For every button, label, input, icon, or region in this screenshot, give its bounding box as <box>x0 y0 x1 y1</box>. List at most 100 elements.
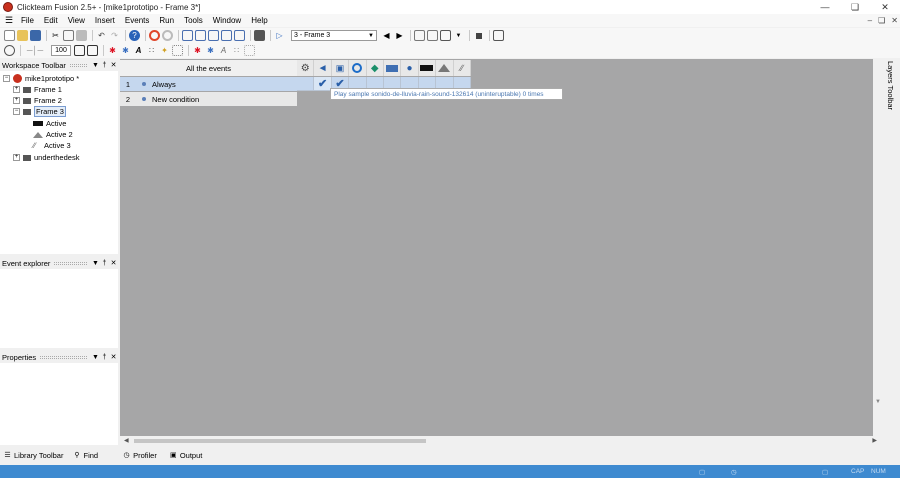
tree-item-frame-3[interactable]: − Frame 3 <box>13 106 66 117</box>
dots-2-icon[interactable]: ∷ <box>231 45 242 56</box>
text-a-2-icon[interactable]: A <box>218 45 229 56</box>
create-object-icon[interactable]: ◆ <box>367 60 384 76</box>
scroll-left-icon[interactable]: ◀ <box>124 437 129 444</box>
expand-icon[interactable]: + <box>13 97 20 104</box>
undo-icon[interactable]: ↶ <box>96 30 107 41</box>
event-row-1[interactable]: 1 Always <box>120 77 297 91</box>
text-a-icon[interactable]: A <box>133 45 144 56</box>
book-icon[interactable] <box>254 30 265 41</box>
pin-icon[interactable]: † <box>100 354 109 361</box>
tab-profiler[interactable]: ◷ Profiler <box>122 451 157 460</box>
layers-toolbar-strip[interactable]: Layers Toolbar <box>883 59 900 445</box>
star-icon[interactable]: ✦ <box>159 45 170 56</box>
expand-icon[interactable]: + <box>13 154 20 161</box>
chevron-down-icon[interactable]: ▼ <box>91 260 100 267</box>
vertical-scrollbar[interactable]: ▼ <box>873 59 883 445</box>
pin-icon[interactable]: † <box>100 260 109 267</box>
hamburger-icon[interactable]: ☰ <box>2 15 16 26</box>
tab-output[interactable]: ▣ Output <box>169 451 202 460</box>
menu-help[interactable]: Help <box>246 16 272 25</box>
tree-item-active[interactable]: Active <box>33 118 66 129</box>
help-icon[interactable]: ? <box>129 30 140 41</box>
tree-item-underthedesk[interactable]: + underthedesk <box>13 152 79 163</box>
event-condition[interactable]: New condition <box>152 95 199 104</box>
frame-select[interactable]: 3 - Frame 3 ▼ <box>291 30 377 41</box>
dotted-box-2-icon[interactable] <box>244 45 255 56</box>
zoom-icon[interactable] <box>4 45 15 56</box>
dots-icon[interactable]: ∷ <box>146 45 157 56</box>
restore-icon[interactable]: ❏ <box>840 0 870 14</box>
next-frame-icon[interactable]: ▶ <box>394 30 405 41</box>
tree-item-active-3[interactable]: ∕∕ Active 3 <box>33 140 71 151</box>
panel-grip[interactable] <box>69 63 87 67</box>
close-icon[interactable]: ✕ <box>109 61 118 69</box>
active-3-icon[interactable]: ∕∕ <box>454 60 471 76</box>
player-icon[interactable]: ● <box>401 60 419 76</box>
sound-icon[interactable]: ◄ <box>314 60 332 76</box>
tree-item-frame-2[interactable]: + Frame 2 <box>13 95 62 106</box>
close-icon[interactable]: ✕ <box>109 259 118 267</box>
window-icon[interactable] <box>440 30 451 41</box>
snap-icon[interactable] <box>87 45 98 56</box>
open-icon[interactable] <box>17 30 28 41</box>
menu-run[interactable]: Run <box>154 16 179 25</box>
storyboard-icon[interactable]: ▣ <box>332 60 350 76</box>
event-list-icon[interactable] <box>221 30 232 41</box>
cut-icon[interactable]: ✂ <box>50 30 61 41</box>
menu-file[interactable]: File <box>16 16 39 25</box>
new-icon[interactable] <box>4 30 15 41</box>
prev-frame-icon[interactable]: ◀ <box>381 30 392 41</box>
grid-icon[interactable] <box>427 30 438 41</box>
blue-gear-icon[interactable]: ✱ <box>120 45 131 56</box>
menu-view[interactable]: View <box>63 16 90 25</box>
scroll-down-icon[interactable]: ▼ <box>875 399 881 405</box>
event-row-2[interactable]: 2 New condition <box>120 92 297 106</box>
pin-icon[interactable]: † <box>100 62 109 69</box>
save-icon[interactable] <box>30 30 41 41</box>
menu-insert[interactable]: Insert <box>90 16 120 25</box>
active-icon[interactable] <box>419 60 437 76</box>
dotted-box-icon[interactable] <box>172 45 183 56</box>
tab-library-toolbar[interactable]: ☰ Library Toolbar <box>3 451 63 460</box>
close-icon[interactable]: ✕ <box>109 353 118 361</box>
expand-icon[interactable]: + <box>13 86 20 93</box>
back-icon[interactable] <box>149 30 160 41</box>
stop-icon[interactable] <box>473 30 484 41</box>
event-editor-icon[interactable] <box>208 30 219 41</box>
mdi-close-icon[interactable]: ✕ <box>891 16 898 25</box>
storyboard-editor-icon[interactable] <box>182 30 193 41</box>
data-elements-icon[interactable] <box>234 30 245 41</box>
collapse-icon[interactable]: − <box>3 75 10 82</box>
event-editor[interactable] <box>120 59 883 436</box>
scroll-right-icon[interactable]: ▶ <box>872 437 877 444</box>
special-conditions-icon[interactable]: ⚙ <box>297 60 315 76</box>
redo-icon[interactable]: ↷ <box>109 30 120 41</box>
menu-window[interactable]: Window <box>208 16 246 25</box>
small-chevron-icon[interactable]: ▼ <box>453 30 464 41</box>
active-2-icon[interactable] <box>436 60 454 76</box>
minimize-icon[interactable]: — <box>810 0 840 14</box>
layout-icon[interactable] <box>414 30 425 41</box>
menu-events[interactable]: Events <box>120 16 154 25</box>
chevron-down-icon[interactable]: ▼ <box>91 354 100 361</box>
run-icon[interactable]: ▷ <box>274 30 285 41</box>
forward-icon[interactable] <box>162 30 173 41</box>
panel-grip[interactable] <box>54 261 87 265</box>
zoom-input[interactable]: 100 <box>51 45 71 56</box>
preview-icon[interactable] <box>493 30 504 41</box>
tree-item-project[interactable]: − mike1prototipo * <box>3 73 79 84</box>
copy-icon[interactable] <box>63 30 74 41</box>
tree-item-active-2[interactable]: Active 2 <box>33 129 73 140</box>
tree-item-frame-1[interactable]: + Frame 1 <box>13 84 62 95</box>
menu-tools[interactable]: Tools <box>179 16 208 25</box>
red-gear-icon[interactable]: ✱ <box>107 45 118 56</box>
grid-toggle-icon[interactable] <box>74 45 85 56</box>
menu-edit[interactable]: Edit <box>39 16 63 25</box>
scroll-thumb[interactable] <box>134 439 426 443</box>
red-gear-2-icon[interactable]: ✱ <box>192 45 203 56</box>
keyboard-mouse-icon[interactable] <box>384 60 402 76</box>
layers-toolbar-label[interactable]: Layers Toolbar <box>886 61 895 110</box>
horizontal-scrollbar[interactable]: ◀ ▶ <box>120 436 883 445</box>
blue-gear-2-icon[interactable]: ✱ <box>205 45 216 56</box>
zoom-slider-icon[interactable]: ─│─ <box>24 45 46 56</box>
